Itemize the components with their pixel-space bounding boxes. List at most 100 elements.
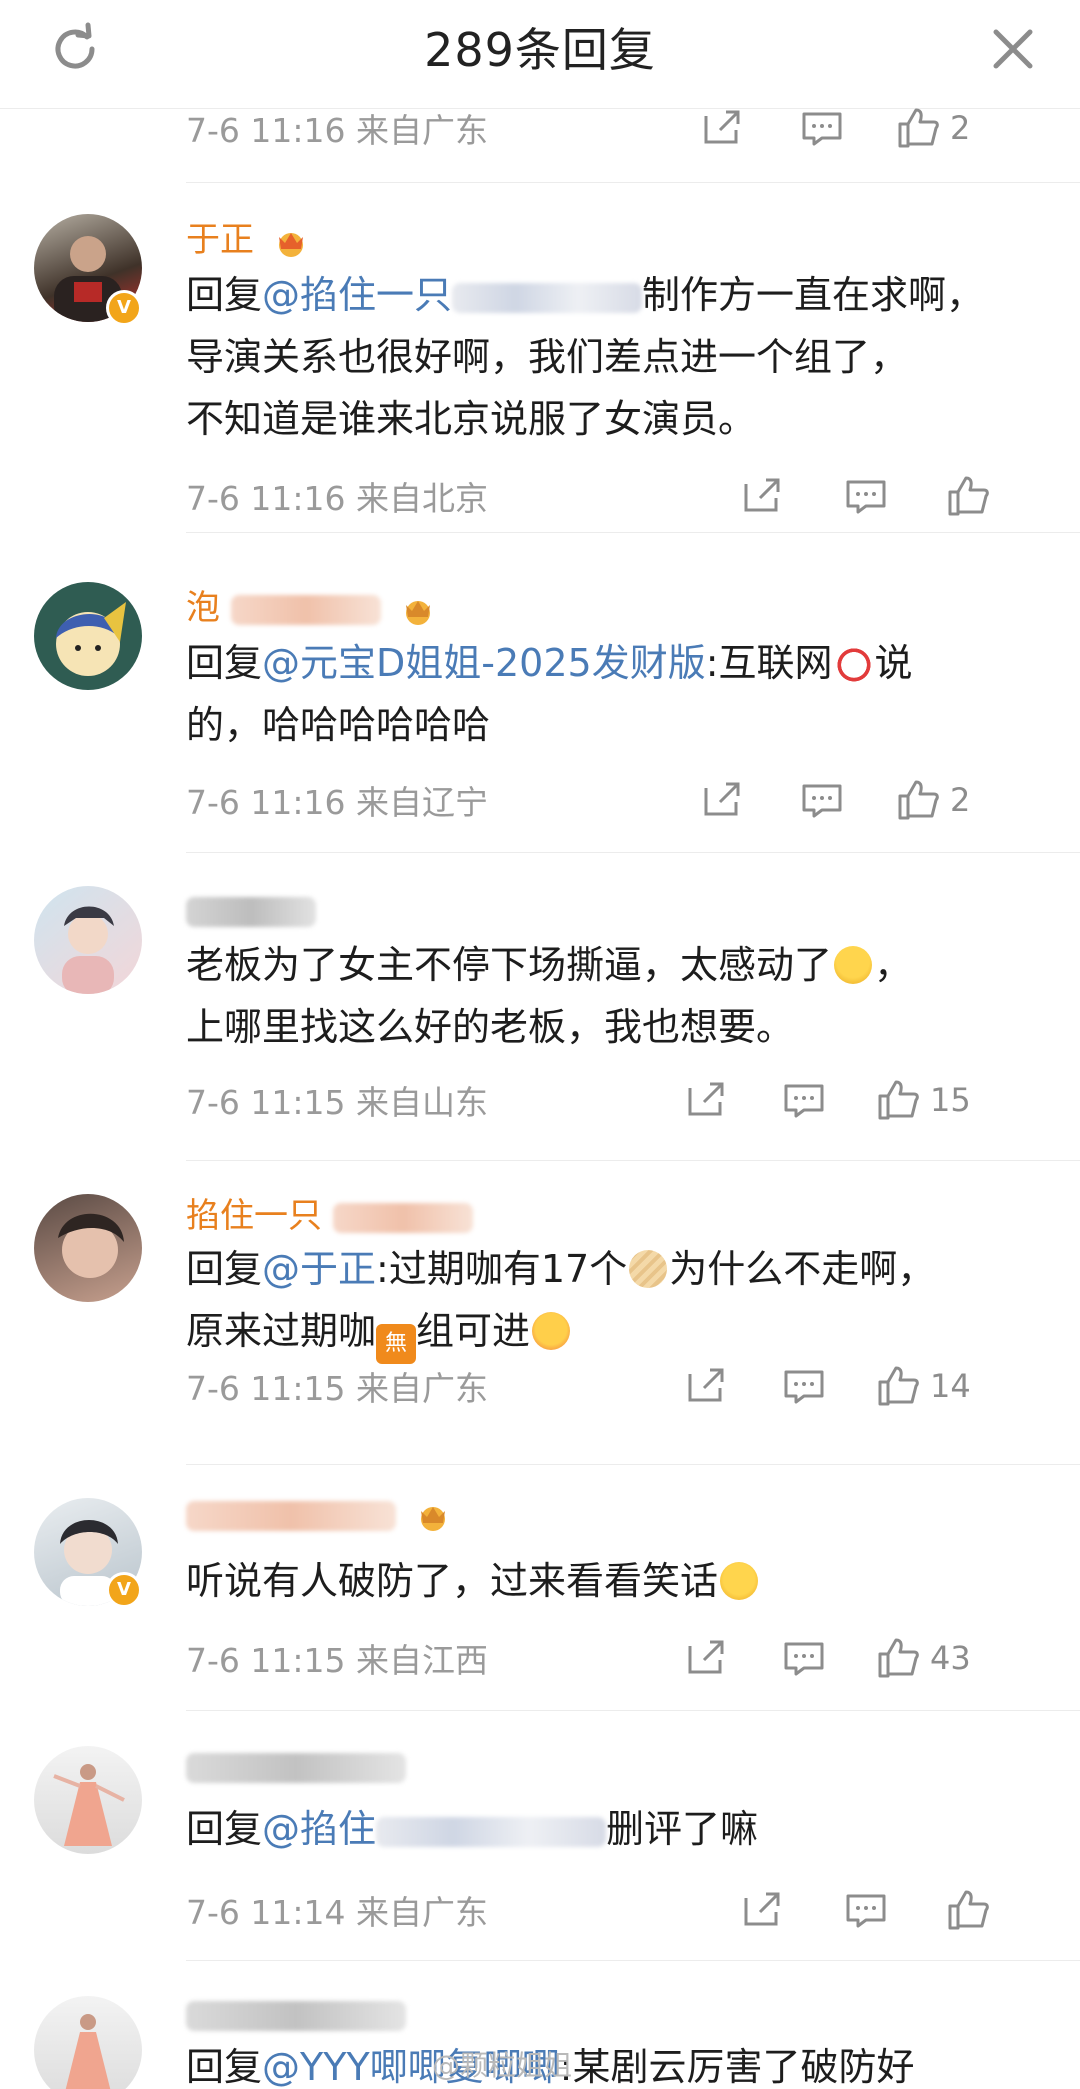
- like-button[interactable]: 15: [876, 1076, 971, 1124]
- comment-time-location: 7-6 11:14 来自广东: [186, 1893, 488, 1932]
- laughing-emoji: [532, 1312, 571, 1350]
- avatar[interactable]: [34, 582, 142, 690]
- comment-meta-row: 7-6 11:16 来自广东 2: [186, 98, 1080, 158]
- username-text: 掐住一只: [186, 1196, 322, 1236]
- comment-button[interactable]: [844, 1886, 888, 1934]
- thumbs-up-icon: [878, 1366, 919, 1406]
- comment-button[interactable]: [844, 472, 888, 520]
- surprised-emoji: [720, 1562, 759, 1600]
- mention-link[interactable]: @掐住一只: [262, 273, 452, 317]
- comment-line: 回复@元宝D姐姐-2025发财版:互联网说: [186, 632, 1046, 694]
- redacted-text: [376, 1816, 607, 1847]
- divider: [186, 1464, 1080, 1465]
- verified-badge: V: [106, 290, 142, 326]
- comment-actions: [700, 1880, 1080, 1940]
- repost-button[interactable]: [740, 1886, 784, 1934]
- comment-body: 回复@YYY唧唧复唧唧:某剧云厉害了破防好: [186, 2036, 1046, 2089]
- verified-badge: V: [106, 1572, 142, 1608]
- comment-button[interactable]: [782, 1076, 826, 1124]
- like-button[interactable]: 2: [896, 104, 970, 152]
- avatar[interactable]: [34, 886, 142, 994]
- comment-icon: [784, 1370, 824, 1404]
- redacted-username: [230, 594, 381, 625]
- comment-text: 原来过期咖: [186, 1309, 377, 1353]
- username[interactable]: [186, 1494, 451, 1534]
- close-icon[interactable]: [988, 24, 1038, 74]
- like-count: 15: [930, 1081, 971, 1119]
- comment-icon: [784, 1642, 824, 1676]
- username[interactable]: 于正: [186, 212, 309, 261]
- comment-time-location: 7-6 11:16 来自北京: [186, 479, 488, 518]
- comment-text: :某剧云厉害了破防好: [559, 2045, 915, 2089]
- repost-icon: [744, 478, 780, 512]
- comment-text: 说: [874, 641, 913, 685]
- comment-time-location: 7-6 11:16 来自广东: [186, 111, 488, 150]
- comment-line: 回复@掐住一只 制作方一直在求啊，: [186, 264, 1046, 326]
- mention-link[interactable]: @掐住: [262, 1807, 376, 1851]
- repost-button[interactable]: [700, 776, 744, 824]
- repost-button[interactable]: [684, 1362, 728, 1410]
- like-button[interactable]: [946, 472, 1000, 520]
- comment-body: 回复@掐住一只 制作方一直在求啊， 导演关系也很好啊，我们差点进一个组了， 不知道…: [186, 264, 1046, 450]
- avatar[interactable]: [34, 1746, 142, 1854]
- username[interactable]: [186, 1994, 406, 2034]
- mention-link[interactable]: @元宝D姐姐-2025发财版: [262, 641, 706, 685]
- comment-time-location: 7-6 11:15 来自广东: [186, 1369, 488, 1408]
- comment-line: 的，哈哈哈哈哈哈: [186, 703, 491, 747]
- repost-button[interactable]: [700, 104, 744, 152]
- comment-actions: 15: [688, 1070, 1080, 1130]
- like-button[interactable]: 2: [896, 776, 970, 824]
- comment-item: V 于正 回复@掐住一只 制作方一直在求啊， 导演关系也很好啊，我们差点进一个组了…: [0, 200, 1080, 533]
- repost-button[interactable]: [684, 1076, 728, 1124]
- like-button[interactable]: 14: [876, 1362, 971, 1410]
- watermark: @颗粒姐姐: [432, 2049, 573, 2082]
- avatar[interactable]: [34, 1996, 142, 2089]
- comment-button[interactable]: [800, 776, 844, 824]
- comment-icon: [802, 112, 842, 146]
- username[interactable]: 泡: [186, 580, 436, 629]
- cartoon-avatar: [56, 602, 126, 676]
- crown-icon: [405, 600, 430, 625]
- thumbs-up-icon: [878, 1638, 919, 1678]
- like-button[interactable]: [946, 1886, 1000, 1934]
- comment-button[interactable]: [782, 1362, 826, 1410]
- username[interactable]: 掐住一只: [186, 1188, 473, 1237]
- thumbs-up-icon: [898, 780, 939, 820]
- comment-time-location: 7-6 11:16 来自辽宁: [186, 783, 488, 822]
- redacted-username: [186, 2000, 406, 2031]
- username[interactable]: [186, 1746, 406, 1786]
- repost-icon: [688, 1640, 724, 1674]
- comment-body: 回复@元宝D姐姐-2025发财版:互联网说 的，哈哈哈哈哈哈: [186, 632, 1046, 756]
- dancer-avatar: [65, 2014, 111, 2089]
- comment-button[interactable]: [800, 104, 844, 152]
- comment-meta-row: 7-6 11:16 来自北京: [186, 466, 1080, 526]
- comment-actions: [700, 466, 1080, 526]
- username[interactable]: [186, 890, 316, 930]
- redacted-username: [186, 896, 316, 927]
- repost-button[interactable]: [740, 472, 784, 520]
- character-avatar: [62, 906, 114, 994]
- like-button[interactable]: 43: [876, 1634, 971, 1682]
- comment-icon: [846, 1894, 886, 1928]
- comment-text: 删评了嘛: [606, 1807, 759, 1851]
- comment-actions: 43: [688, 1628, 1080, 1688]
- like-count: 43: [930, 1639, 971, 1677]
- comment-icon: [846, 480, 886, 514]
- crown-icon: [420, 1506, 445, 1531]
- comment-line: 回复@于正:过期咖有17个 为什么不走啊，: [186, 1238, 1046, 1300]
- comment-button[interactable]: [782, 1634, 826, 1682]
- repost-icon: [744, 1892, 780, 1926]
- comment-body: 听说有人破防了，过来看看笑话: [186, 1550, 1046, 1612]
- comment-text: 老板为了女主不停下场撕逼，太感动了: [186, 943, 833, 987]
- comment-line: 回复@YYY唧唧复唧唧:某剧云厉害了破防好: [186, 2036, 1046, 2089]
- thumbs-up-icon: [948, 476, 989, 516]
- clown-emoji: [834, 644, 873, 682]
- avatar[interactable]: [34, 1194, 142, 1302]
- repost-button[interactable]: [684, 1634, 728, 1682]
- mention-link[interactable]: @于正: [262, 1247, 376, 1291]
- username-text: 于正: [186, 220, 254, 260]
- comment-meta-row: 7-6 11:14 来自广东: [186, 1880, 1080, 1940]
- reply-prefix: 回复: [186, 1807, 263, 1851]
- divider: [186, 1160, 1080, 1161]
- reply-prefix: 回复: [186, 1247, 263, 1291]
